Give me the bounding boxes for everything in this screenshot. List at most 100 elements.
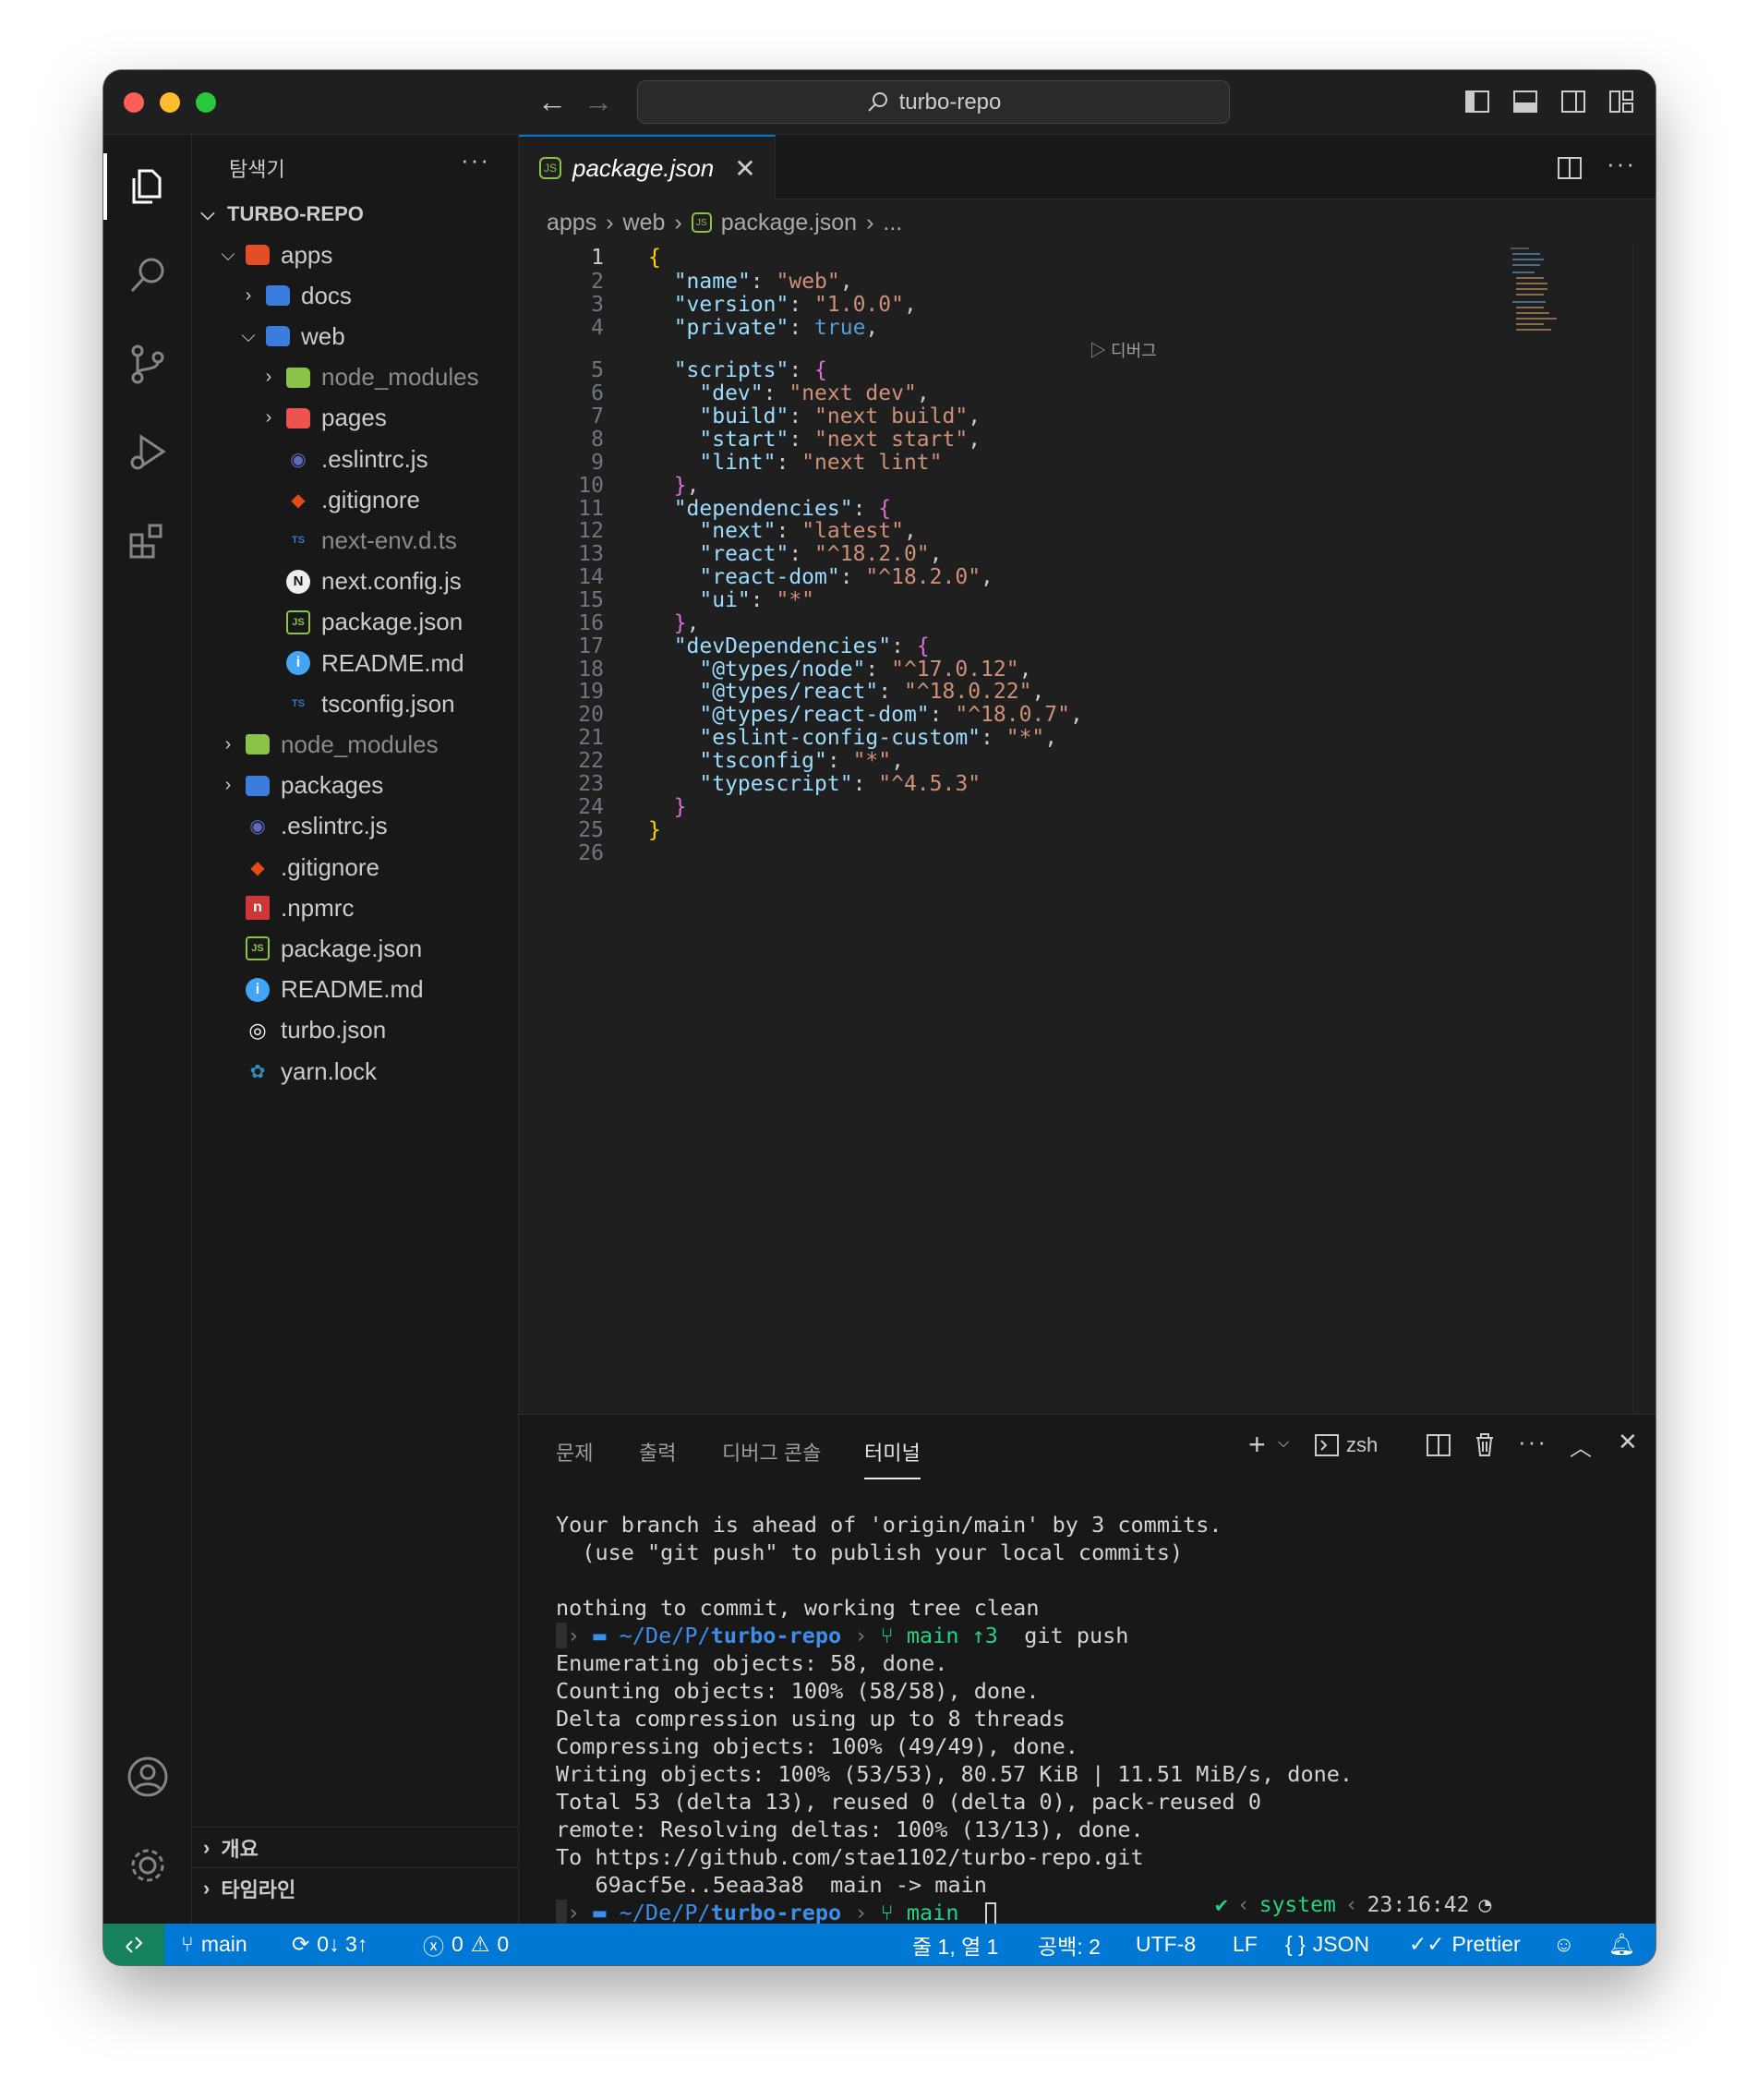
notifications-bell-icon[interactable]: 🔔︎ (1608, 1924, 1635, 1965)
maximize-panel-icon[interactable]: ︿ (1570, 1430, 1592, 1462)
customize-layout-icon[interactable] (1608, 89, 1634, 115)
close-window-button[interactable] (124, 92, 144, 113)
terminal-shell-selector[interactable]: zsh (1315, 1433, 1378, 1457)
close-panel-icon[interactable]: ✕ (1618, 1428, 1638, 1456)
line-number: 1 (591, 246, 604, 270)
status-branch[interactable]: ⑂ main (181, 1924, 247, 1965)
tree-item[interactable]: › pages (192, 398, 519, 439)
terminal-output[interactable]: Your branch is ahead of 'origin/main' by… (556, 1511, 1353, 1926)
tree-item[interactable]: i README.md (192, 970, 519, 1010)
panel-more-actions-icon[interactable]: ··· (1518, 1428, 1547, 1456)
split-terminal-icon[interactable] (1427, 1433, 1451, 1457)
tab-label: package.json (572, 153, 715, 182)
new-terminal-icon[interactable]: + (1248, 1428, 1266, 1462)
zoom-window-button[interactable] (196, 92, 216, 113)
tree-item[interactable]: JS package.json (192, 602, 519, 643)
toggle-secondary-sidebar-icon[interactable] (1560, 89, 1586, 115)
folder-icon: ▬ (593, 1900, 607, 1925)
code-line-17: "devDependencies": { (673, 634, 930, 658)
chevron-down-icon: ⌵ (200, 203, 215, 224)
tree-item-label: .gitignore (321, 485, 420, 513)
line-number: 12 (578, 519, 604, 543)
remote-indicator[interactable] (103, 1924, 164, 1965)
prompt-branch: main (906, 1623, 959, 1648)
line-number: 17 (578, 634, 604, 658)
editor-scrollbar[interactable] (1632, 244, 1633, 1417)
tree-item[interactable]: › packages (192, 766, 519, 806)
minimize-window-button[interactable] (160, 92, 180, 113)
outline-section[interactable]: › 개요 (192, 1827, 519, 1867)
command-center-search[interactable]: turbo-repo (637, 80, 1230, 124)
code-line-10: }, (673, 474, 700, 498)
settings-gear-icon[interactable] (103, 1821, 192, 1910)
breadcrumb-web[interactable]: web (623, 210, 666, 236)
tree-item[interactable]: ◉ .eslintrc.js (192, 806, 519, 847)
workspace-root[interactable]: ⌵ TURBO-REPO (192, 194, 519, 235)
tree-item[interactable]: TS tsconfig.json (192, 683, 519, 724)
tree-item[interactable]: ⌵ web (192, 316, 519, 356)
forward-arrow-icon[interactable]: → (584, 83, 613, 120)
code-line-11: "dependencies": { (673, 497, 892, 521)
tree-item[interactable]: n .npmrc (192, 887, 519, 928)
line-number: 22 (578, 749, 604, 773)
split-editor-icon[interactable] (1557, 155, 1583, 181)
tree-item[interactable]: ◉ .eslintrc.js (192, 439, 519, 479)
back-arrow-icon[interactable]: ← (537, 83, 567, 120)
toggle-sidebar-icon[interactable] (1464, 89, 1490, 115)
tab-output[interactable]: 출력 (639, 1437, 676, 1466)
tree-item-label: node_modules (281, 730, 439, 758)
tab-terminal[interactable]: 터미널 (864, 1437, 921, 1479)
tree-item[interactable]: TS next-env.d.ts (192, 520, 519, 561)
status-sync[interactable]: ⟳ 0↓ 3↑ (292, 1924, 367, 1965)
chevron-right-icon: › (224, 775, 232, 796)
code-editor[interactable]: 1 2 3 4 5 6 7 8 9 10 11 12 13 14 15 16 17 18 19 20 21 22 23 24 2… (519, 244, 1656, 1417)
toggle-panel-icon[interactable] (1512, 89, 1538, 115)
nodejs-icon: JS (539, 157, 561, 179)
search-icon[interactable] (103, 231, 192, 320)
breadcrumb-file[interactable]: package.json (721, 210, 857, 236)
status-language[interactable]: { } JSON (1285, 1924, 1369, 1965)
extensions-icon[interactable] (103, 497, 192, 585)
run-debug-icon[interactable] (103, 408, 192, 497)
tree-item[interactable]: ◎ turbo.json (192, 1010, 519, 1051)
status-problems[interactable]: ⓧ 0 ⚠ 0 (423, 1924, 509, 1965)
tab-package-json[interactable]: JS package.json ✕ (519, 135, 776, 199)
turbo-icon: ◎ (248, 1018, 267, 1042)
tree-item-label: next-env.d.ts (321, 525, 457, 554)
line-number: 13 (578, 542, 604, 566)
tree-item[interactable]: › node_modules (192, 357, 519, 398)
status-encoding[interactable]: UTF-8 (1136, 1924, 1196, 1965)
tree-item-label: tsconfig.json (321, 689, 455, 718)
tab-debug-console[interactable]: 디버그 콘솔 (722, 1437, 821, 1466)
tree-item[interactable]: › node_modules (192, 724, 519, 765)
source-control-icon[interactable] (103, 320, 192, 408)
chevron-down-icon[interactable]: ⌵ (1278, 1435, 1289, 1452)
minimap[interactable] (1507, 244, 1571, 336)
terminal-line: Counting objects: 100% (58/58), done. (556, 1678, 1040, 1704)
tree-item[interactable]: › docs (192, 275, 519, 316)
explorer-more-actions[interactable]: ··· (461, 146, 490, 175)
close-tab-icon[interactable]: ✕ (734, 153, 755, 184)
tree-item[interactable]: ◆ .gitignore (192, 847, 519, 887)
status-indentation[interactable]: 공백: 2 (1038, 1924, 1101, 1965)
tree-item[interactable]: Nnext.config.js (192, 561, 519, 602)
tree-item[interactable]: i README.md (192, 643, 519, 683)
editor-more-actions-icon[interactable]: ··· (1607, 150, 1636, 178)
account-icon[interactable] (103, 1732, 192, 1821)
trash-icon[interactable] (1473, 1431, 1497, 1457)
status-formatter[interactable]: ✓✓ Prettier (1409, 1924, 1521, 1965)
breadcrumb-apps[interactable]: apps (547, 210, 596, 236)
chevron-right-icon: › (203, 1835, 211, 1859)
timeline-section[interactable]: › 타임라인 (192, 1867, 519, 1908)
tree-item[interactable]: ✿ yarn.lock (192, 1051, 519, 1092)
status-eol[interactable]: LF (1233, 1924, 1258, 1965)
tree-item[interactable]: ⌵ apps (192, 235, 519, 275)
status-cursor-position[interactable]: 줄 1, 열 1 (912, 1924, 998, 1965)
debug-codelens[interactable]: ▷ 디버그 (1090, 338, 1157, 362)
breadcrumb-symbol[interactable]: ... (883, 210, 902, 236)
explorer-icon[interactable] (103, 142, 192, 231)
tab-problems[interactable]: 문제 (556, 1437, 593, 1466)
feedback-icon[interactable]: ☺ (1553, 1924, 1574, 1965)
tree-item[interactable]: JS package.json (192, 928, 519, 969)
tree-item[interactable]: ◆ .gitignore (192, 479, 519, 520)
